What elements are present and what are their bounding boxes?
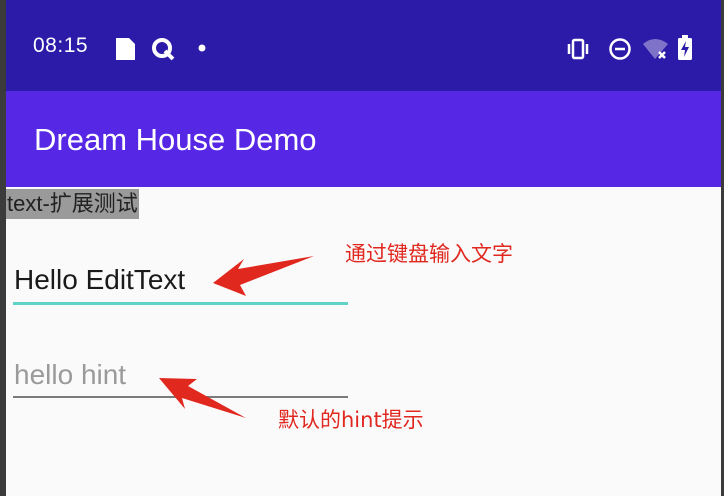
sim-card-icon xyxy=(116,38,135,60)
app-notification-icon xyxy=(152,38,175,61)
status-time: 08:15 xyxy=(33,34,89,57)
dot-icon xyxy=(198,44,206,52)
vibrate-icon xyxy=(567,38,589,60)
edit-text-input[interactable] xyxy=(13,258,348,305)
annotation-keyboard-input: 通过键盘输入文字 xyxy=(345,242,513,266)
app-title: Dream House Demo xyxy=(34,122,317,157)
status-bar: 08:15 xyxy=(6,0,721,91)
wifi-no-connection-icon xyxy=(643,39,668,59)
battery-charging-icon xyxy=(678,35,692,60)
do-not-disturb-icon xyxy=(609,38,631,60)
annotation-default-hint: 默认的hint提示 xyxy=(278,408,424,432)
phone-screen: 08:15 Dream House Demo text-扩展测试 Hello E… xyxy=(6,0,721,496)
hint-edit-text-input[interactable] xyxy=(13,354,348,398)
app-bar: Dream House Demo xyxy=(6,91,721,187)
text-view-label: text-扩展测试 xyxy=(6,189,139,219)
